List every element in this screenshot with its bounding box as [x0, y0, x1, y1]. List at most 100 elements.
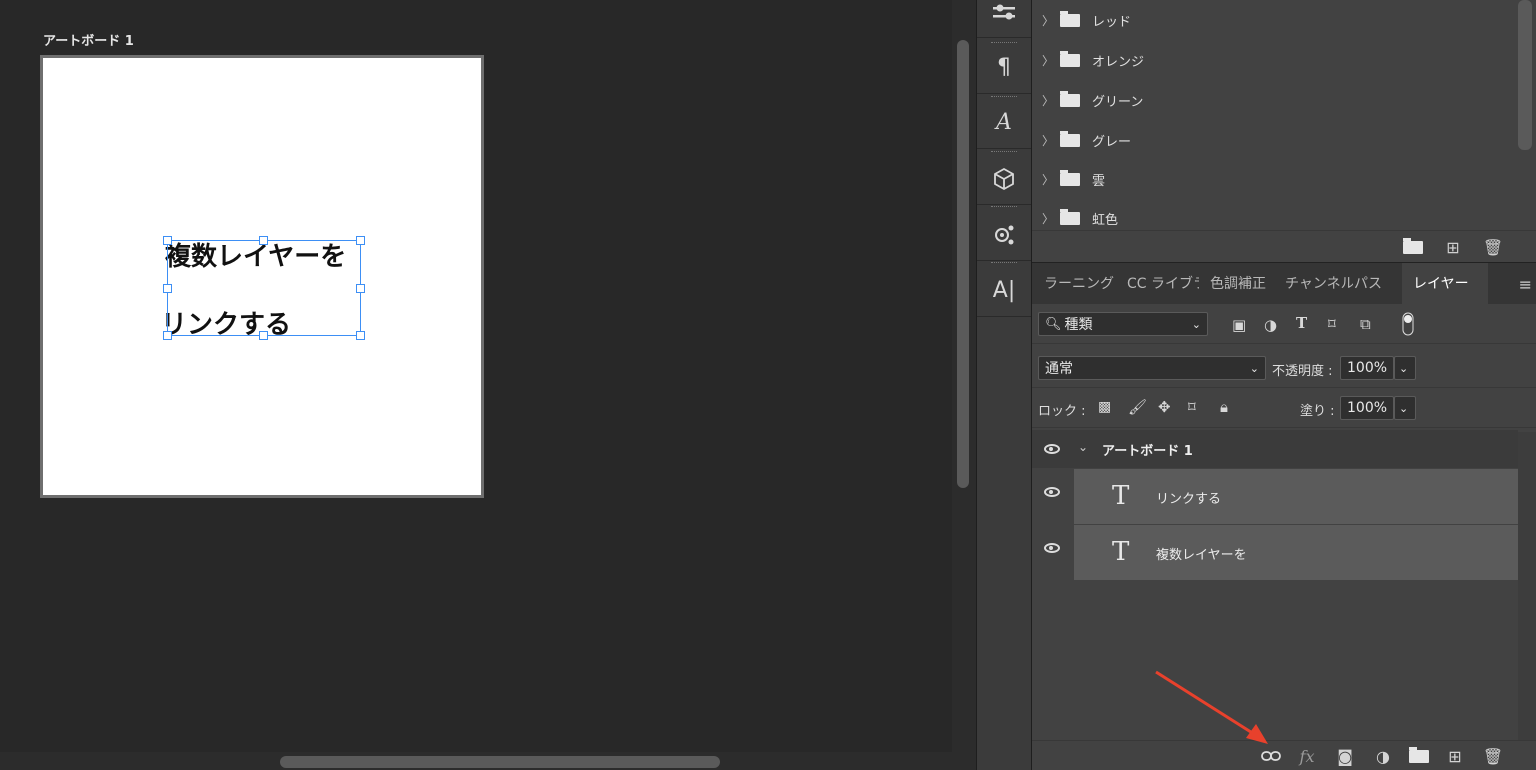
lock-position-icon[interactable]: ✥ — [1158, 398, 1171, 416]
handle-middle-right[interactable] — [356, 284, 365, 293]
tab-adjustments[interactable]: 色調補正 — [1210, 263, 1276, 305]
folder-icon — [1060, 90, 1080, 107]
smart-object-filter-icon[interactable]: ⧉ — [1360, 315, 1371, 333]
layer-name[interactable]: リンクする — [1156, 488, 1221, 507]
new-layer-icon[interactable]: ⊞ — [1444, 746, 1466, 766]
paragraph-icon[interactable]: ¶ — [977, 42, 1031, 94]
lock-image-pixels-icon[interactable]: 🖌︎ — [1128, 398, 1147, 416]
blend-mode-value: 通常 — [1045, 361, 1073, 377]
visibility-eye-icon[interactable] — [1044, 543, 1060, 553]
swatch-group-green[interactable]: 〉 グリーン — [1032, 80, 1512, 120]
opacity-dropdown-button[interactable]: ⌄ — [1394, 356, 1416, 380]
3d-cube-icon[interactable] — [977, 153, 1031, 205]
handle-top-right[interactable] — [356, 236, 365, 245]
layer-row[interactable]: T リンクする — [1032, 469, 1518, 525]
folder-icon — [1060, 10, 1080, 27]
swatches-panel: 〉レッド 〉オレンジ 〉グリーン 〉グレー 〉雲 〉虹色 — [1032, 0, 1536, 230]
text-layer-thumbnail-icon: T — [1112, 537, 1130, 567]
chevron-down-icon: ⌄ — [1191, 317, 1201, 331]
search-icon: 🔍︎ — [1045, 316, 1062, 332]
folder-icon — [1060, 208, 1080, 225]
artboard-label[interactable]: アートボード 1 — [43, 30, 134, 49]
share-icon[interactable] — [977, 209, 1031, 261]
document-canvas[interactable]: アートボード 1 複数レイヤーを リンクする — [0, 0, 952, 770]
swatch-group-label: グリーン — [1092, 94, 1144, 110]
fill-input[interactable]: 100% — [1340, 396, 1394, 420]
trash-icon[interactable]: 🗑 — [1482, 236, 1504, 258]
tab-layers[interactable]: レイヤー — [1402, 263, 1488, 305]
chevron-right-icon[interactable]: 〉 — [1032, 210, 1060, 227]
lock-all-icon[interactable]: 🔒︎ — [1220, 398, 1228, 416]
layer-filter-row: 🔍︎ 種類 ⌄ ▣ ◑ T ⌑ ⧉ — [1032, 304, 1536, 344]
layer-group-name: アートボード 1 — [1102, 444, 1193, 459]
tab-learning[interactable]: ラーニング — [1044, 263, 1116, 305]
chevron-right-icon[interactable]: 〉 — [1032, 132, 1060, 149]
visibility-eye-icon[interactable] — [1044, 444, 1060, 454]
layer-group-artboard[interactable]: ⌄ アートボード 1 — [1032, 430, 1518, 468]
pixel-layer-filter-icon[interactable]: ▣ — [1232, 316, 1246, 334]
chevron-right-icon[interactable]: 〉 — [1032, 52, 1060, 69]
fill-label: 塗り : — [1300, 404, 1335, 419]
swatch-group-label: 雲 — [1092, 173, 1106, 189]
opacity-label: 不透明度 : — [1272, 364, 1333, 379]
transform-selection-box[interactable] — [163, 236, 365, 340]
swatch-group-cloud[interactable]: 〉雲 — [1032, 159, 1512, 199]
new-group-folder-icon[interactable] — [1402, 236, 1424, 258]
glyphs-icon[interactable]: A — [977, 97, 1031, 149]
panel-menu-icon[interactable]: ≡ — [1519, 275, 1532, 294]
shape-layer-filter-icon[interactable]: ⌑ — [1328, 315, 1336, 333]
fill-dropdown-button[interactable]: ⌄ — [1394, 396, 1416, 420]
panel-icon-strip: ¶ A A| — [976, 0, 1032, 770]
chevron-right-icon[interactable]: 〉 — [1032, 171, 1060, 188]
chevron-down-icon: ⌄ — [1249, 361, 1259, 375]
blend-mode-select[interactable]: 通常 ⌄ — [1038, 356, 1266, 380]
filter-toggle-icon[interactable] — [1402, 312, 1414, 340]
folder-icon — [1060, 50, 1080, 67]
add-mask-icon[interactable]: ◙ — [1334, 746, 1356, 766]
fx-icon[interactable]: fx — [1296, 746, 1318, 766]
type-layer-filter-icon[interactable]: T — [1296, 314, 1307, 332]
chevron-down-icon[interactable]: ⌄ — [1078, 440, 1088, 454]
lock-artboard-icon[interactable]: ⌑ — [1188, 398, 1196, 416]
swatches-footer: ⊞ 🗑 — [1032, 230, 1536, 262]
artboard[interactable]: 複数レイヤーを リンクする — [40, 55, 484, 498]
trash-icon[interactable]: 🗑 — [1482, 746, 1504, 766]
swatch-group-label: 虹色 — [1092, 212, 1119, 228]
swatch-group-label: レッド — [1092, 14, 1132, 30]
new-swatch-icon[interactable]: ⊞ — [1442, 236, 1464, 258]
swatches-scrollbar[interactable] — [1518, 0, 1532, 150]
handle-middle-left[interactable] — [163, 284, 172, 293]
handle-bottom-middle[interactable] — [259, 331, 268, 340]
new-group-icon[interactable] — [1408, 746, 1430, 766]
tab-paths[interactable]: パス — [1354, 263, 1392, 305]
properties-sliders-icon[interactable] — [977, 0, 1031, 38]
swatch-group-gray[interactable]: 〉 グレー — [1032, 120, 1512, 160]
layers-panel: 🔍︎ 種類 ⌄ ▣ ◑ T ⌑ ⧉ 通常 ⌄ 不透明度 : 100% ⌄ ロック… — [1032, 304, 1536, 770]
swatch-group-red[interactable]: 〉 レッド — [1032, 0, 1512, 40]
visibility-eye-icon[interactable] — [1044, 487, 1060, 497]
layers-scrollbar[interactable] — [1518, 432, 1536, 742]
chevron-right-icon[interactable]: 〉 — [1032, 92, 1060, 109]
link-layers-icon[interactable] — [1260, 746, 1282, 766]
character-style-icon[interactable]: A| — [977, 265, 1031, 317]
canvas-horizontal-scroll-thumb[interactable] — [280, 756, 720, 768]
folder-icon — [1060, 130, 1080, 147]
lock-transparent-pixels-icon[interactable]: ▩ — [1098, 399, 1111, 415]
adjustment-layer-icon[interactable]: ◑ — [1372, 746, 1394, 766]
layer-filter-select[interactable]: 🔍︎ 種類 ⌄ — [1038, 312, 1208, 336]
layer-name[interactable]: 複数レイヤーを — [1156, 544, 1247, 563]
handle-bottom-left[interactable] — [163, 331, 172, 340]
canvas-vertical-scroll-thumb[interactable] — [957, 40, 969, 488]
photoshop-window: アートボード 1 複数レイヤーを リンクする ¶ A A| 〉 レッド 〉 オレ… — [0, 0, 1536, 770]
chevron-right-icon[interactable]: 〉 — [1032, 12, 1060, 29]
tab-channels[interactable]: チャンネル — [1285, 263, 1353, 305]
tab-cc-libraries[interactable]: CC ライブラリ — [1127, 263, 1199, 305]
handle-bottom-right[interactable] — [356, 331, 365, 340]
swatch-group-label: オレンジ — [1092, 54, 1145, 70]
swatch-group-orange[interactable]: 〉 オレンジ — [1032, 40, 1512, 80]
handle-top-left[interactable] — [163, 236, 172, 245]
layer-row[interactable]: T 複数レイヤーを — [1032, 525, 1518, 581]
handle-top-middle[interactable] — [259, 236, 268, 245]
adjustment-layer-filter-icon[interactable]: ◑ — [1264, 316, 1277, 334]
opacity-input[interactable]: 100% — [1340, 356, 1394, 380]
